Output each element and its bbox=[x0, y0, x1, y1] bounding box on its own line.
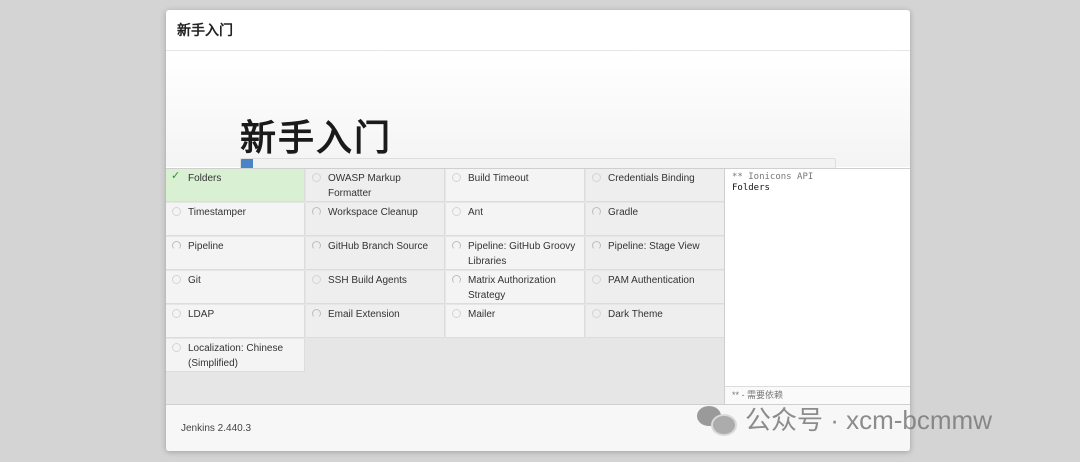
spinner-icon bbox=[172, 241, 181, 250]
plugin-label: GitHub Branch Source bbox=[328, 241, 429, 252]
plugin-item: Dark Theme bbox=[586, 305, 725, 338]
plugin-item: Gradle bbox=[586, 203, 725, 236]
plugin-label: Git bbox=[188, 275, 201, 286]
plugin-item: Git bbox=[166, 271, 305, 304]
plugin-item: Localization: Chinese (Simplified) bbox=[166, 339, 305, 372]
dialog-title: 新手入门 bbox=[166, 10, 910, 51]
watermark: 公众号 · xcm-bcmmw bbox=[697, 400, 992, 437]
pending-circle-icon bbox=[312, 275, 321, 284]
plugin-label: Folders bbox=[188, 173, 222, 184]
pending-circle-icon bbox=[452, 309, 461, 318]
plugin-item: Ant bbox=[446, 203, 585, 236]
plugin-item: Pipeline: Stage View bbox=[586, 237, 725, 270]
plugin-item: Mailer bbox=[446, 305, 585, 338]
watermark-text: 公众号 · xcm-bcmmw bbox=[745, 405, 992, 435]
pending-circle-icon bbox=[172, 309, 181, 318]
log-line-dependency: ** Ionicons API bbox=[732, 172, 814, 182]
plugin-label: Pipeline bbox=[188, 241, 224, 252]
plugin-label: Gradle bbox=[608, 207, 639, 218]
plugin-label: LDAP bbox=[188, 309, 215, 320]
plugin-label: PAM Authentication bbox=[608, 275, 695, 286]
plugin-item: Credentials Binding bbox=[586, 169, 725, 202]
spinner-icon bbox=[452, 241, 461, 250]
pending-circle-icon bbox=[592, 275, 601, 284]
plugin-label: Ant bbox=[468, 207, 484, 218]
plugin-item: Email Extension bbox=[306, 305, 445, 338]
plugin-label: Mailer bbox=[468, 309, 496, 320]
plugin-label: Workspace Cleanup bbox=[328, 207, 418, 218]
plugin-item: Timestamper bbox=[166, 203, 305, 236]
plugin-label: Pipeline: Stage View bbox=[608, 241, 700, 252]
pending-circle-icon bbox=[452, 173, 461, 182]
plugin-item: Pipeline: GitHub Groovy Libraries bbox=[446, 237, 585, 270]
pending-circle-icon bbox=[592, 173, 601, 182]
pending-circle-icon bbox=[592, 309, 601, 318]
spinner-icon bbox=[592, 207, 601, 216]
plugin-item: LDAP bbox=[166, 305, 305, 338]
spinner-icon bbox=[592, 241, 601, 250]
plugin-label: Dark Theme bbox=[608, 309, 663, 320]
jenkins-version: Jenkins 2.440.3 bbox=[181, 423, 252, 434]
plugin-label: Email Extension bbox=[328, 309, 400, 320]
spinner-icon bbox=[312, 207, 321, 216]
plugin-item: GitHub Branch Source bbox=[306, 237, 445, 270]
install-log-panel: ** Ionicons API Folders bbox=[724, 168, 910, 404]
plugin-item: PAM Authentication bbox=[586, 271, 725, 304]
plugin-item: SSH Build Agents bbox=[306, 271, 445, 304]
spinner-icon bbox=[452, 275, 461, 284]
plugin-item: Build Timeout bbox=[446, 169, 585, 202]
setup-dialog: 新手入门 新手入门 ✓ Folders Timestamper Pipeline Git… bbox=[166, 10, 910, 451]
log-line-plugin: Folders bbox=[732, 183, 770, 193]
plugin-label: Pipeline: GitHub Groovy Libraries bbox=[468, 241, 576, 267]
plugin-label: SSH Build Agents bbox=[328, 275, 407, 286]
pending-circle-icon bbox=[452, 207, 461, 216]
wechat-icon bbox=[697, 404, 737, 436]
check-icon: ✓ bbox=[171, 170, 181, 182]
pending-circle-icon bbox=[172, 275, 181, 284]
plugin-item: Matrix Authorization Strategy bbox=[446, 271, 585, 304]
hero-title: 新手入门 bbox=[240, 117, 393, 158]
plugin-item: OWASP Markup Formatter bbox=[306, 169, 445, 202]
pending-circle-icon bbox=[312, 173, 321, 182]
plugin-label: OWASP Markup Formatter bbox=[328, 173, 401, 199]
plugin-grid: ✓ Folders Timestamper Pipeline Git LDAP Locali… bbox=[166, 168, 725, 405]
plugin-label: Credentials Binding bbox=[608, 173, 695, 184]
plugin-label: Matrix Authorization Strategy bbox=[468, 275, 556, 301]
plugin-item: ✓ Folders bbox=[166, 169, 305, 202]
hero-banner: 新手入门 bbox=[166, 51, 910, 167]
pending-circle-icon bbox=[172, 207, 181, 216]
spinner-icon bbox=[312, 309, 321, 318]
plugin-label: Timestamper bbox=[188, 207, 246, 218]
pending-circle-icon bbox=[172, 343, 181, 352]
plugin-label: Localization: Chinese (Simplified) bbox=[188, 343, 284, 369]
spinner-icon bbox=[312, 241, 321, 250]
plugin-label: Build Timeout bbox=[468, 173, 529, 184]
plugin-item: Pipeline bbox=[166, 237, 305, 270]
plugin-item: Workspace Cleanup bbox=[306, 203, 445, 236]
